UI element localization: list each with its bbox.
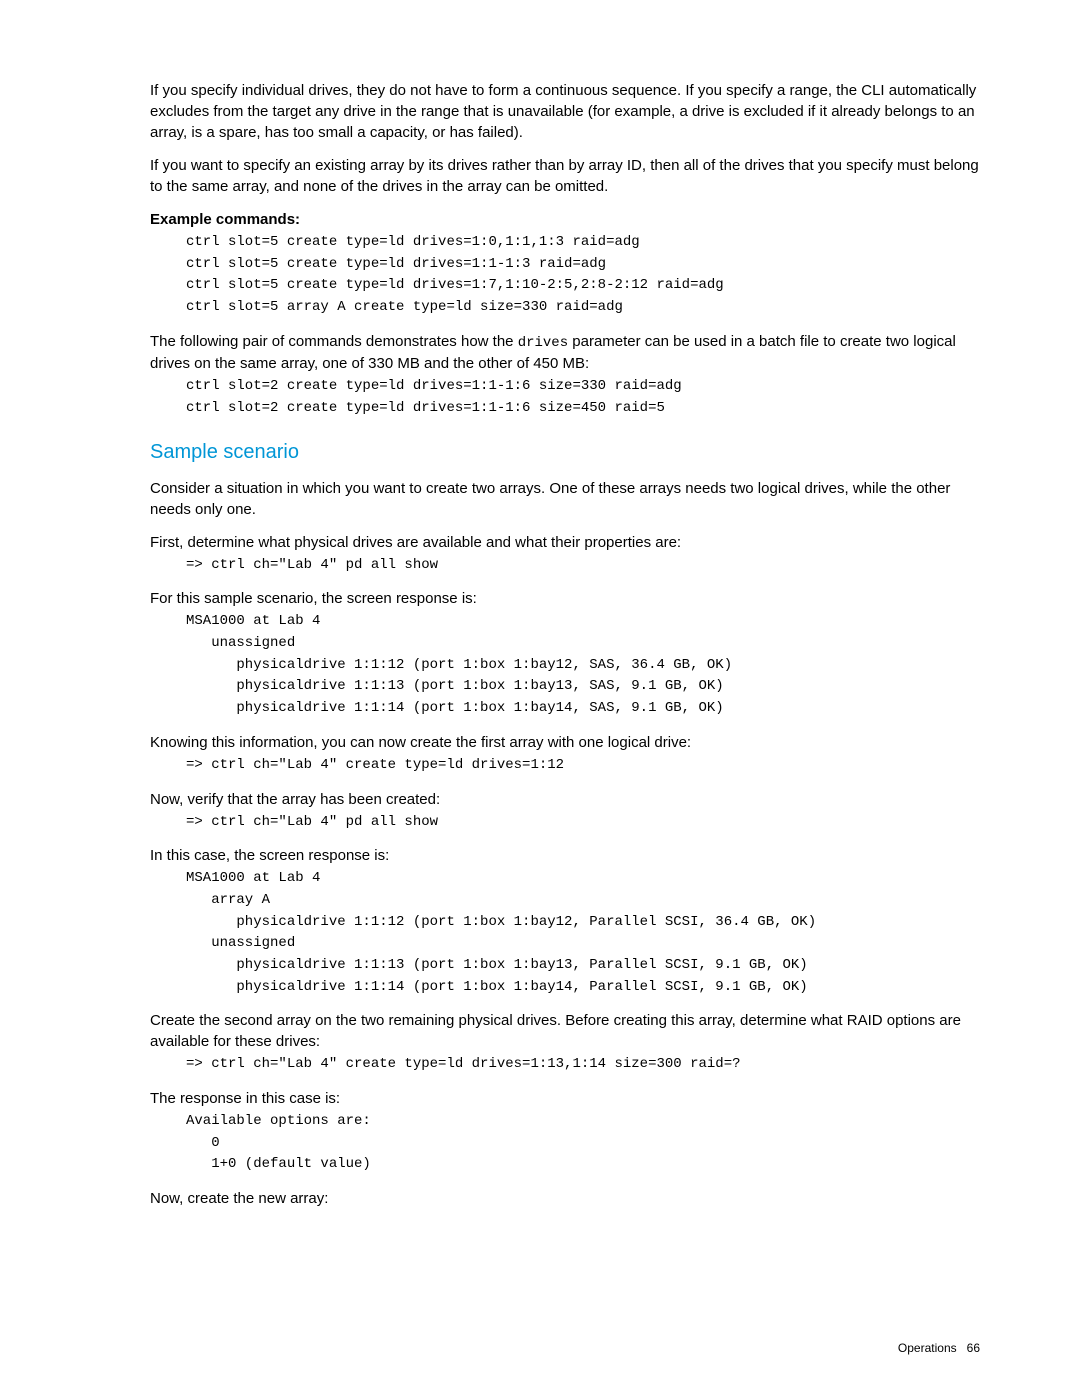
sample-paragraph-4: Knowing this information, you can now cr… [150,732,980,753]
sample-block-5: Now, verify that the array has been crea… [150,789,980,834]
sample-code-5: => ctrl ch="Lab 4" pd all show [186,812,980,834]
example-commands-code: ctrl slot=5 create type=ld drives=1:0,1:… [186,232,980,319]
sample-block-2: First, determine what physical drives ar… [150,532,980,577]
sample-paragraph-7: Create the second array on the two remai… [150,1010,980,1052]
page-footer: Operations 66 [898,1340,980,1357]
sample-block-4: Knowing this information, you can now cr… [150,732,980,777]
drives-inline-code: drives [518,335,568,351]
sample-paragraph-2: First, determine what physical drives ar… [150,532,980,553]
intro-paragraph-1: If you specify individual drives, they d… [150,80,980,143]
sample-paragraph-5: Now, verify that the array has been crea… [150,789,980,810]
pair-prefix: The following pair of commands demonstra… [150,333,518,350]
pair-commands-code: ctrl slot=2 create type=ld drives=1:1-1:… [186,376,980,419]
sample-block-8: The response in this case is: Available … [150,1088,980,1176]
sample-paragraph-6: In this case, the screen response is: [150,845,980,866]
document-page: If you specify individual drives, they d… [0,0,1080,1397]
sample-paragraph-3: For this sample scenario, the screen res… [150,588,980,609]
sample-code-4: => ctrl ch="Lab 4" create type=ld drives… [186,755,980,777]
pair-commands-section: The following pair of commands demonstra… [150,331,980,420]
sample-scenario-heading: Sample scenario [150,438,980,466]
footer-section-label: Operations [898,1341,957,1355]
example-commands-section: Example commands: ctrl slot=5 create typ… [150,209,980,319]
sample-code-6: MSA1000 at Lab 4 array A physicaldrive 1… [186,868,980,998]
footer-page-number: 66 [967,1341,980,1355]
pair-commands-text: The following pair of commands demonstra… [150,331,980,375]
sample-paragraph-8: The response in this case is: [150,1088,980,1109]
example-commands-heading: Example commands: [150,209,980,230]
sample-code-7: => ctrl ch="Lab 4" create type=ld drives… [186,1054,980,1076]
sample-block-6: In this case, the screen response is: MS… [150,845,980,998]
intro-paragraph-2: If you want to specify an existing array… [150,155,980,197]
sample-block-7: Create the second array on the two remai… [150,1010,980,1076]
sample-code-8: Available options are: 0 1+0 (default va… [186,1111,980,1176]
sample-paragraph-9: Now, create the new array: [150,1188,980,1209]
sample-code-2: => ctrl ch="Lab 4" pd all show [186,555,980,577]
sample-block-3: For this sample scenario, the screen res… [150,588,980,719]
sample-paragraph-1: Consider a situation in which you want t… [150,478,980,520]
sample-code-3: MSA1000 at Lab 4 unassigned physicaldriv… [186,611,980,719]
